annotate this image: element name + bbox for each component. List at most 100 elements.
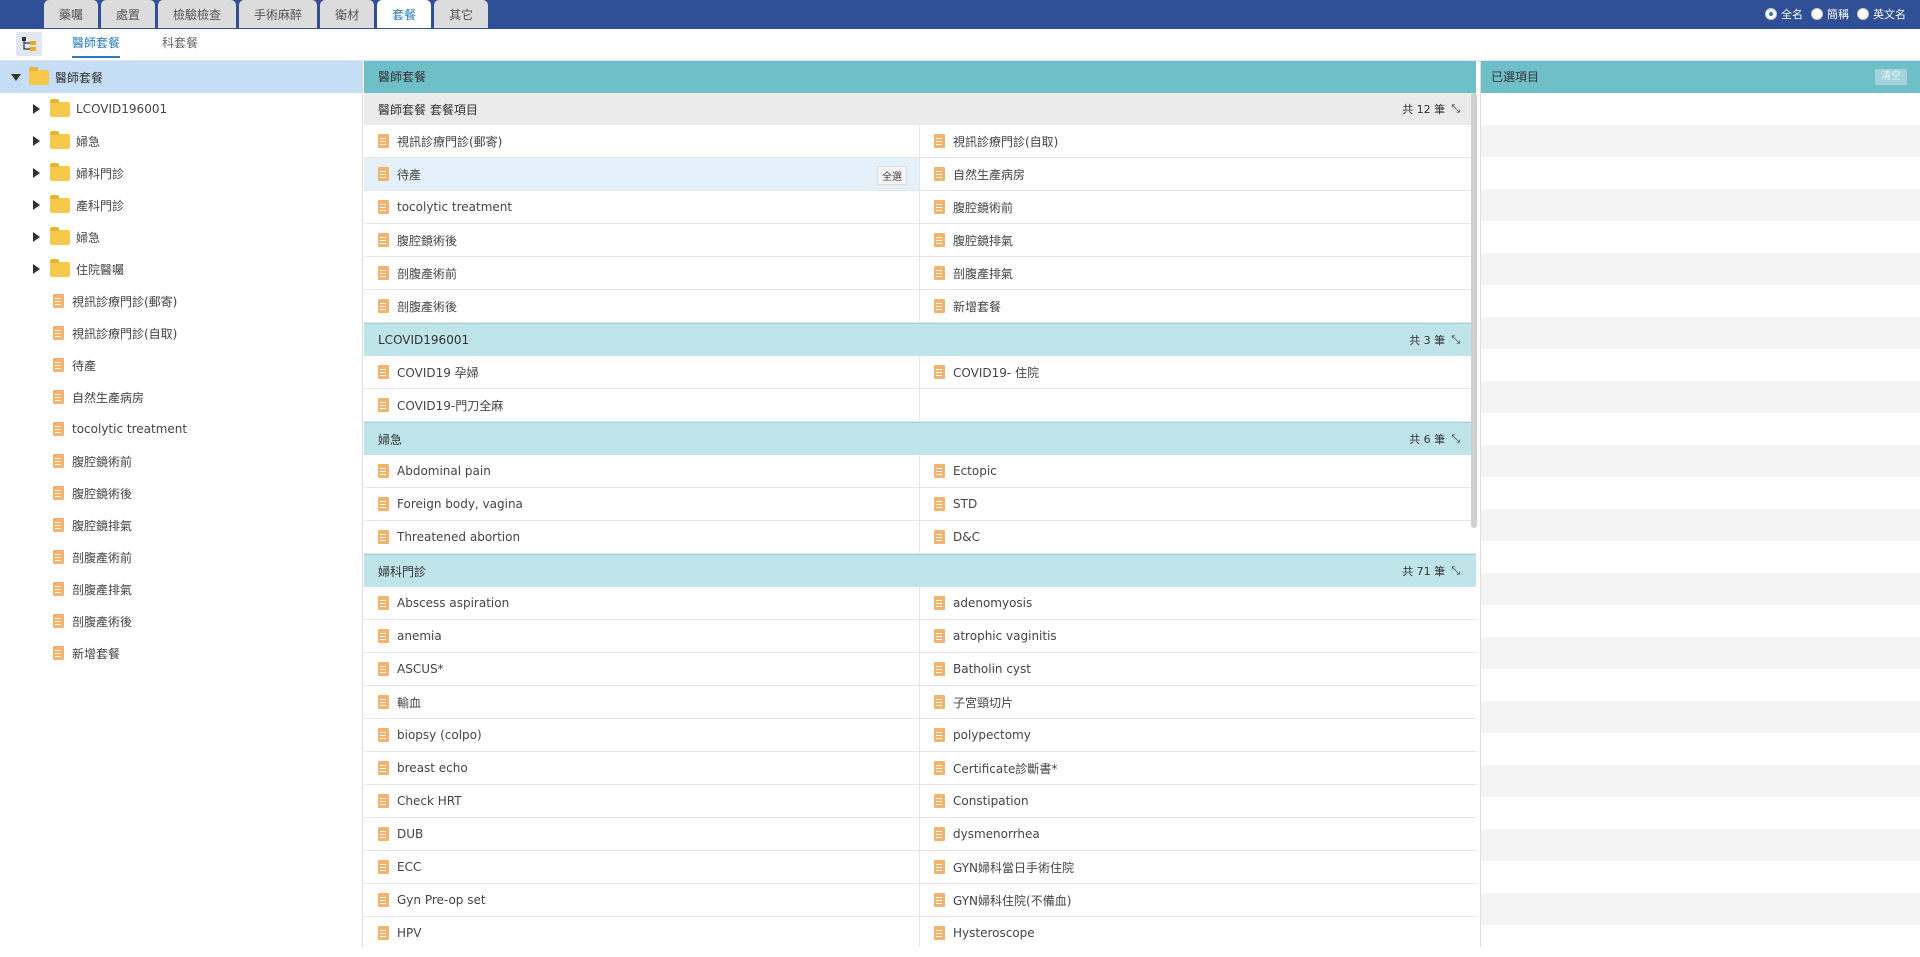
tree-item-node[interactable]: 剖腹產術後 bbox=[0, 605, 362, 637]
set-item[interactable]: Foreign body, vagina bbox=[364, 488, 920, 521]
scrollbar[interactable] bbox=[1471, 93, 1477, 528]
tree-root-label: 醫師套餐 bbox=[55, 70, 104, 85]
set-item[interactable]: D&C bbox=[920, 521, 1476, 554]
tree-folder-label: 婦急 bbox=[76, 230, 101, 245]
tree-item-node[interactable]: 視訊診療門診(郵寄) bbox=[0, 285, 362, 317]
tree-item-node[interactable]: 腹腔鏡術後 bbox=[0, 477, 362, 509]
expand-arrow-icon[interactable] bbox=[33, 264, 40, 274]
tree-item-node[interactable]: 待產 bbox=[0, 349, 362, 381]
set-item[interactable]: ECC bbox=[364, 851, 920, 884]
top-tab[interactable]: 手術麻醉 bbox=[239, 0, 318, 28]
clear-button[interactable]: 清空 bbox=[1875, 69, 1907, 85]
set-item[interactable]: 腹腔鏡術前 bbox=[920, 191, 1476, 224]
set-item[interactable]: 剖腹產術後 bbox=[364, 290, 920, 323]
set-item[interactable]: Threatened abortion bbox=[364, 521, 920, 554]
tree-structure-icon bbox=[22, 37, 36, 51]
collapse-icon[interactable]: ⤡ bbox=[1451, 102, 1460, 116]
expand-arrow-icon[interactable] bbox=[33, 136, 40, 146]
top-tab[interactable]: 衛材 bbox=[320, 0, 375, 28]
tree-folder-node[interactable]: 住院醫囑 bbox=[0, 253, 362, 285]
set-item[interactable]: Certificate診斷書* bbox=[920, 752, 1476, 785]
group-item-grid: 視訊診療門診(郵寄) 視訊診療門診(自取) 待產 全選 自然生產病房 tocolytic … bbox=[364, 125, 1476, 323]
collapse-icon[interactable]: ⤡ bbox=[1451, 564, 1460, 578]
set-item[interactable]: polypectomy bbox=[920, 719, 1476, 752]
set-item[interactable]: Batholin cyst bbox=[920, 653, 1476, 686]
collapse-icon[interactable]: ⤡ bbox=[1451, 432, 1460, 446]
tree-item-node[interactable]: 腹腔鏡術前 bbox=[0, 445, 362, 477]
top-tab[interactable]: 套餐 bbox=[377, 0, 432, 28]
set-item[interactable]: 自然生產病房 bbox=[920, 158, 1476, 191]
tree-folder-node[interactable]: 婦急 bbox=[0, 125, 362, 157]
set-item[interactable]: 剖腹產排氣 bbox=[920, 257, 1476, 290]
set-item[interactable]: GYN婦科當日手術住院 bbox=[920, 851, 1476, 884]
set-item[interactable]: COVID19- 住院 bbox=[920, 356, 1476, 389]
set-item[interactable]: Abscess aspiration bbox=[364, 587, 920, 620]
set-item[interactable]: 新增套餐 bbox=[920, 290, 1476, 323]
subtab-doctor-sets[interactable]: 醫師套餐 bbox=[72, 29, 121, 58]
tree-root-node[interactable]: 醫師套餐 bbox=[0, 61, 362, 93]
tree-item-node[interactable]: 自然生產病房 bbox=[0, 381, 362, 413]
set-item[interactable]: 剖腹產術前 bbox=[364, 257, 920, 290]
set-item-label: 待產 bbox=[397, 167, 422, 182]
tree-item-node[interactable]: 剖腹產術前 bbox=[0, 541, 362, 573]
set-item[interactable]: Constipation bbox=[920, 785, 1476, 818]
top-tab[interactable]: 其它 bbox=[434, 0, 489, 28]
expand-arrow-icon[interactable] bbox=[33, 232, 40, 242]
tree-item-node[interactable]: 剖腹產排氣 bbox=[0, 573, 362, 605]
expand-arrow-icon[interactable] bbox=[33, 200, 40, 210]
top-tab[interactable]: 檢驗檢查 bbox=[158, 0, 237, 28]
set-item[interactable]: breast echo bbox=[364, 752, 920, 785]
set-item[interactable]: 視訊診療門診(郵寄) bbox=[364, 125, 920, 158]
set-item[interactable]: Abdominal pain bbox=[364, 455, 920, 488]
set-item-label: GYN婦科當日手術住院 bbox=[953, 860, 1075, 875]
select-all-button[interactable]: 全選 bbox=[877, 166, 907, 185]
tree-folder-node[interactable]: 婦急 bbox=[0, 221, 362, 253]
set-item-label: DUB bbox=[397, 827, 424, 841]
set-item[interactable]: DUB bbox=[364, 818, 920, 851]
document-icon bbox=[53, 422, 64, 436]
tree-folder-node[interactable]: 產科門診 bbox=[0, 189, 362, 221]
set-item[interactable]: STD bbox=[920, 488, 1476, 521]
set-item[interactable]: ASCUS* bbox=[364, 653, 920, 686]
set-item[interactable]: Check HRT bbox=[364, 785, 920, 818]
tree-toggle-button[interactable] bbox=[16, 32, 42, 56]
set-item[interactable]: Gyn Pre-op set bbox=[364, 884, 920, 917]
set-item[interactable]: GYN婦科住院(不備血) bbox=[920, 884, 1476, 917]
tree-item-node[interactable]: tocolytic treatment bbox=[0, 413, 362, 445]
tree-folder-node[interactable]: 婦科門診 bbox=[0, 157, 362, 189]
selected-row bbox=[1481, 285, 1920, 317]
tree-item-node[interactable]: 腹腔鏡排氣 bbox=[0, 509, 362, 541]
set-item[interactable]: tocolytic treatment bbox=[364, 191, 920, 224]
subtab-department-sets[interactable]: 科套餐 bbox=[162, 29, 198, 58]
name-option-radio[interactable] bbox=[1765, 8, 1777, 20]
set-item[interactable]: 腹腔鏡排氣 bbox=[920, 224, 1476, 257]
top-tab[interactable]: 藥囑 bbox=[44, 0, 99, 28]
collapse-icon[interactable]: ⤡ bbox=[1451, 333, 1460, 347]
set-item[interactable]: 待產 全選 bbox=[364, 158, 920, 191]
set-item[interactable]: 子宮頸切片 bbox=[920, 686, 1476, 719]
expand-arrow-icon[interactable] bbox=[11, 73, 21, 81]
set-item[interactable]: adenomyosis bbox=[920, 587, 1476, 620]
set-item[interactable]: 視訊診療門診(自取) bbox=[920, 125, 1476, 158]
tree-folder-node[interactable]: LCOVID196001 bbox=[0, 93, 362, 125]
tree-item-node[interactable]: 視訊診療門診(自取) bbox=[0, 317, 362, 349]
expand-arrow-icon[interactable] bbox=[33, 168, 40, 178]
set-item[interactable]: 腹腔鏡術後 bbox=[364, 224, 920, 257]
set-item[interactable]: COVID19 孕婦 bbox=[364, 356, 920, 389]
tree-item-node[interactable]: 新增套餐 bbox=[0, 637, 362, 669]
name-option-radio[interactable] bbox=[1857, 8, 1869, 20]
document-icon bbox=[53, 550, 64, 564]
set-item[interactable]: 輸血 bbox=[364, 686, 920, 719]
expand-arrow-icon[interactable] bbox=[33, 104, 40, 114]
name-option-radio[interactable] bbox=[1811, 8, 1823, 20]
selected-row bbox=[1481, 861, 1920, 893]
set-item[interactable]: biopsy (colpo) bbox=[364, 719, 920, 752]
set-item[interactable]: Hysteroscope bbox=[920, 917, 1476, 947]
set-item[interactable]: anemia bbox=[364, 620, 920, 653]
top-tab[interactable]: 處置 bbox=[101, 0, 156, 28]
set-item[interactable]: COVID19-門刀全麻 bbox=[364, 389, 920, 422]
set-item[interactable]: Ectopic bbox=[920, 455, 1476, 488]
set-item[interactable]: dysmenorrhea bbox=[920, 818, 1476, 851]
set-item[interactable]: atrophic vaginitis bbox=[920, 620, 1476, 653]
set-item[interactable]: HPV bbox=[364, 917, 920, 947]
